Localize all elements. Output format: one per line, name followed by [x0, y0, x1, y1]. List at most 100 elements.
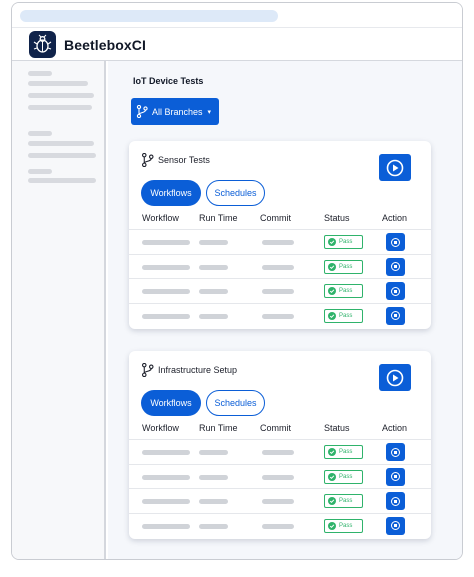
play-icon [386, 159, 404, 176]
run-time-placeholder [199, 474, 228, 480]
git-branch-icon [136, 105, 148, 118]
stop-icon [391, 237, 400, 247]
workflow-name-placeholder [142, 499, 190, 504]
run-time-placeholder [199, 240, 228, 245]
workflow-name-placeholder [142, 240, 190, 245]
sidebar-item[interactable] [28, 93, 94, 98]
column-header-workflow: Workflow [142, 213, 179, 223]
pipeline-title: Infrastructure Setup [141, 363, 237, 377]
branch-selector-button[interactable]: All Branches ▾ [131, 98, 219, 125]
address-bar[interactable] [20, 10, 278, 22]
status-text: Pass [339, 498, 353, 504]
sidebar-item[interactable] [28, 131, 52, 136]
stop-icon [391, 472, 400, 481]
run-time-placeholder [199, 499, 228, 504]
beetle-icon[interactable] [29, 31, 56, 58]
table-row[interactable]: Pass [129, 512, 431, 538]
status-badge: Pass [324, 445, 363, 459]
status-badge: Pass [324, 259, 363, 274]
run-pipeline-button[interactable] [379, 364, 411, 391]
status-text: Pass [339, 522, 353, 529]
tab-schedules[interactable]: Schedules [206, 390, 265, 416]
pipeline-title-text: Infrastructure Setup [158, 365, 238, 375]
status-text: Pass [339, 473, 353, 480]
run-time-placeholder [199, 450, 228, 455]
table-row[interactable]: Pass [129, 488, 431, 513]
stop-button[interactable] [386, 467, 405, 486]
workflow-name-placeholder [142, 474, 190, 480]
stop-button[interactable] [386, 282, 405, 300]
status-badge: Pass [324, 235, 363, 249]
status-badge: Pass [324, 308, 363, 323]
main-content: IoT Device Tests All Branches ▾ Sensor T… [108, 61, 462, 559]
table-row[interactable]: Pass [129, 253, 431, 279]
commit-placeholder [262, 289, 294, 294]
sidebar-item[interactable] [28, 105, 92, 110]
tab-workflows[interactable]: Workflows [141, 390, 201, 416]
brand-name: BeetleboxCI [64, 37, 147, 53]
pipeline-card-sensor-tests: Sensor Tests Workflows Schedules Workflo… [129, 141, 431, 329]
column-header-status: Status [324, 423, 350, 433]
column-header-run-time: Run Time [199, 213, 238, 223]
status-text: Pass [339, 239, 353, 245]
sidebar-item[interactable] [28, 178, 96, 183]
stop-icon [391, 521, 400, 530]
status-text: Pass [339, 263, 353, 270]
table-row[interactable]: Pass [129, 463, 431, 489]
sidebar [12, 61, 106, 559]
status-text: Pass [339, 288, 353, 294]
sidebar-item[interactable] [28, 71, 52, 76]
status-badge: Pass [324, 284, 363, 298]
status-text: Pass [339, 449, 353, 455]
table-row[interactable]: Pass [129, 439, 431, 464]
stop-button[interactable] [386, 233, 405, 251]
pipeline-card-infrastructure-setup: Infrastructure Setup Workflows Schedules… [129, 351, 431, 539]
git-branch-icon [142, 153, 154, 167]
branch-selector-label: All Branches [152, 106, 203, 117]
sidebar-item[interactable] [28, 81, 88, 86]
check-circle-icon [328, 287, 336, 295]
tab-schedules[interactable]: Schedules [206, 180, 265, 206]
pipeline-title-text: Sensor Tests [158, 155, 210, 165]
chevron-down-icon: ▾ [207, 108, 212, 116]
stop-button[interactable] [386, 492, 405, 510]
table-row[interactable]: Pass [129, 229, 431, 254]
sidebar-item[interactable] [28, 169, 52, 174]
status-badge: Pass [324, 469, 363, 484]
workflow-name-placeholder [142, 450, 190, 455]
commit-placeholder [262, 499, 294, 504]
stop-button[interactable] [386, 306, 405, 325]
sidebar-item[interactable] [28, 141, 94, 146]
sidebar-item[interactable] [28, 153, 96, 158]
column-header-commit: Commit [260, 213, 291, 223]
app-window: BeetleboxCI IoT Device Tests All Branche… [11, 2, 463, 560]
stop-button[interactable] [386, 516, 405, 535]
run-time-placeholder [199, 264, 228, 270]
commit-placeholder [262, 313, 294, 319]
stop-button[interactable] [386, 443, 405, 461]
stop-icon [391, 496, 400, 506]
run-time-placeholder [199, 523, 228, 529]
column-header-commit: Commit [260, 423, 291, 433]
tab-workflows[interactable]: Workflows [141, 180, 201, 206]
run-time-placeholder [199, 289, 228, 294]
browser-chrome [12, 3, 462, 27]
commit-placeholder [262, 264, 294, 270]
column-header-run-time: Run Time [199, 423, 238, 433]
status-badge: Pass [324, 518, 363, 533]
check-circle-icon [328, 497, 336, 505]
stop-icon [391, 447, 400, 457]
commit-placeholder [262, 450, 294, 455]
run-time-placeholder [199, 313, 228, 319]
stop-icon [391, 286, 400, 296]
stop-button[interactable] [386, 257, 405, 276]
table-row[interactable]: Pass [129, 278, 431, 303]
commit-placeholder [262, 523, 294, 529]
check-circle-icon [328, 521, 336, 530]
run-pipeline-button[interactable] [379, 154, 411, 181]
commit-placeholder [262, 474, 294, 480]
workflow-name-placeholder [142, 264, 190, 270]
table-row[interactable]: Pass [129, 302, 431, 328]
check-circle-icon [328, 238, 336, 246]
column-header-status: Status [324, 213, 350, 223]
